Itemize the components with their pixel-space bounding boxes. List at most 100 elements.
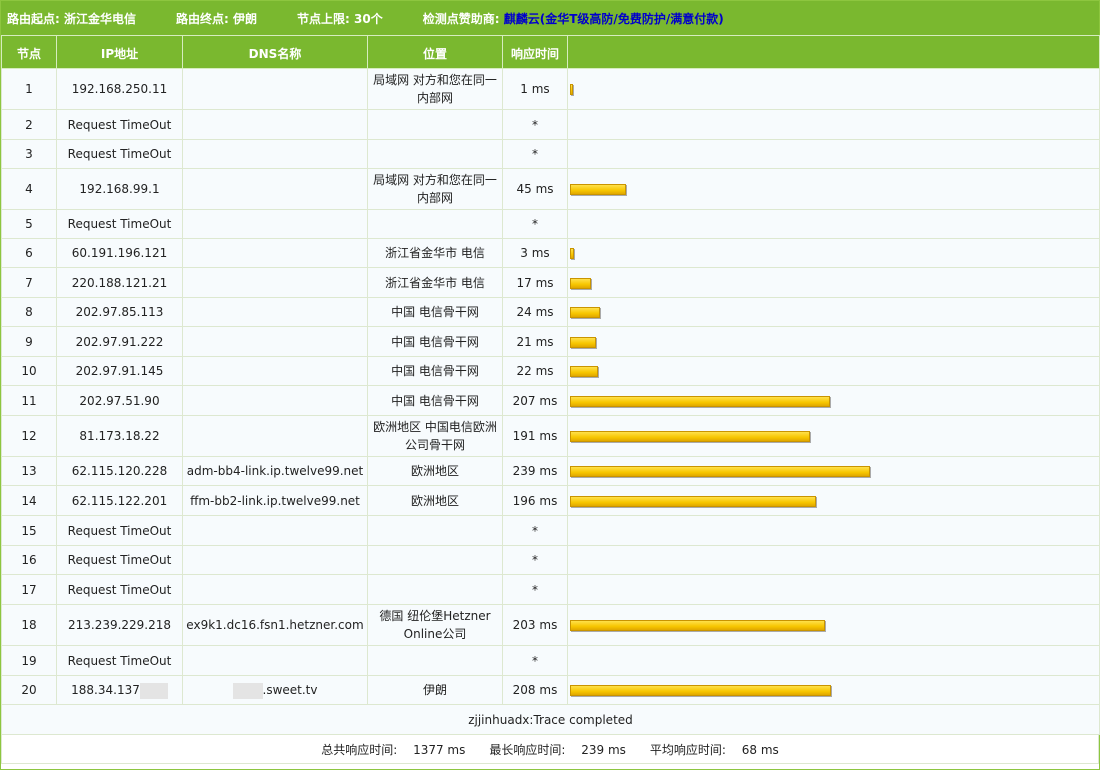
- dns-name: [182, 545, 368, 575]
- dns-name: [182, 515, 368, 546]
- table-row: 18 213.239.229.218 ex9k1.dc16.fsn1.hetzner…: [1, 604, 1100, 646]
- location: 局域网 对方和您在同一内部网: [367, 168, 503, 210]
- column-header-bar: [567, 35, 1100, 69]
- route-end-label: 路由终点:: [176, 11, 229, 26]
- response-time: 17 ms: [502, 267, 568, 298]
- traceroute-panel: 路由起点: 浙江金华电信 路由终点: 伊朗 节点上限: 30个 检测点赞助商: …: [0, 0, 1100, 770]
- ip-address-text: 62.115.122.201: [71, 493, 168, 508]
- ip-address-text: Request TimeOut: [67, 553, 172, 567]
- latency-bar-cell: [567, 456, 1100, 486]
- hop-number: 17: [1, 574, 57, 605]
- latency-bar-cell: [567, 485, 1100, 516]
- table-row: 8 202.97.85.113 中国 电信骨干网 24 ms: [1, 297, 1100, 327]
- response-time: *: [502, 515, 568, 546]
- location: 欧洲地区: [367, 456, 503, 486]
- ip-address-text: 192.168.250.11: [71, 82, 168, 96]
- table-row: 3 Request TimeOut *: [1, 139, 1100, 169]
- dns-name: adm-bb4-link.ip.twelve99.net: [182, 456, 368, 486]
- ip-address: 192.168.250.11: [56, 68, 183, 110]
- route-info-bar: 路由起点: 浙江金华电信 路由终点: 伊朗 节点上限: 30个 检测点赞助商: …: [1, 1, 1099, 35]
- latency-bar: [570, 336, 596, 348]
- table-row: 2 Request TimeOut *: [1, 109, 1100, 140]
- table-row: 17 Request TimeOut *: [1, 574, 1100, 605]
- latency-bar-cell: [567, 326, 1100, 357]
- ip-address: Request TimeOut: [56, 645, 183, 676]
- table-row: 11 202.97.51.90 中国 电信骨干网 207 ms: [1, 385, 1100, 416]
- ip-address-text: 202.97.51.90: [79, 393, 160, 408]
- ip-address-text: 188.34.137: [71, 683, 140, 697]
- sponsor-link-free[interactable]: 免费防护: [618, 12, 666, 26]
- dns-name: [182, 574, 368, 605]
- hop-number: 18: [1, 604, 57, 646]
- ip-address-text: 81.173.18.22: [79, 429, 160, 443]
- table-row: 4 192.168.99.1 局域网 对方和您在同一内部网 45 ms: [1, 168, 1100, 210]
- hop-number: 20: [1, 675, 57, 705]
- response-time: 24 ms: [502, 297, 568, 327]
- hop-number: 11: [1, 385, 57, 416]
- latency-bar: [570, 248, 574, 259]
- location: 欧洲地区: [367, 485, 503, 516]
- max-response-value: 239 ms: [581, 742, 626, 757]
- hop-number: 2: [1, 109, 57, 140]
- sponsor-link-pay[interactable]: 满意付款: [670, 12, 718, 26]
- column-header-response-time: 响应时间: [502, 35, 568, 69]
- hop-number: 5: [1, 209, 57, 239]
- route-start: 路由起点: 浙江金华电信: [7, 10, 136, 27]
- latency-bar-cell: [567, 604, 1100, 646]
- dns-name: [182, 68, 368, 110]
- ip-address: 202.97.91.222: [56, 326, 183, 357]
- table-row: 6 60.191.196.121 浙江省金华市 电信 3 ms: [1, 238, 1100, 268]
- latency-bar: [570, 495, 816, 507]
- response-time: 203 ms: [502, 604, 568, 646]
- latency-bar-cell: [567, 68, 1100, 110]
- ip-address: 62.115.122.201: [56, 485, 183, 516]
- latency-bar-cell: [567, 139, 1100, 169]
- ip-address-text: 213.239.229.218: [67, 618, 172, 632]
- dns-name: [182, 267, 368, 298]
- sponsor-link-ddos[interactable]: 金华T级高防: [545, 12, 613, 26]
- total-response-time: 总共响应时间: 1377 ms: [315, 741, 471, 758]
- dns-name: .sweet.tv: [182, 675, 368, 705]
- location: [367, 645, 503, 676]
- ip-address-text: Request TimeOut: [67, 523, 172, 538]
- ip-address: 192.168.99.1: [56, 168, 183, 210]
- trace-status: zjjinhuadx:Trace completed: [1, 704, 1100, 735]
- dns-name: [182, 297, 368, 327]
- dns-name: ffm-bb2-link.ip.twelve99.net: [182, 485, 368, 516]
- response-time: *: [502, 645, 568, 676]
- location: [367, 574, 503, 605]
- ip-address: Request TimeOut: [56, 139, 183, 169]
- hop-limit-value: 30个: [354, 11, 383, 26]
- response-time: *: [502, 209, 568, 239]
- route-start-label: 路由起点:: [7, 11, 60, 26]
- hop-number: 14: [1, 485, 57, 516]
- trace-table: 节点 IP地址 DNS名称 位置 响应时间 1 192.168.250.11 局域网…: [1, 35, 1100, 735]
- latency-bar: [570, 277, 591, 289]
- location: 局域网 对方和您在同一内部网: [367, 68, 503, 110]
- ip-address-text: 192.168.99.1: [79, 182, 160, 196]
- hop-number: 9: [1, 326, 57, 357]
- location: 浙江省金华市 电信: [367, 267, 503, 298]
- dns-name-text: ex9k1.dc16.fsn1.hetzner.com: [186, 618, 364, 632]
- latency-bar-cell: [567, 415, 1100, 457]
- latency-bar: [570, 466, 870, 477]
- hop-number: 12: [1, 415, 57, 457]
- latency-bar-cell: [567, 238, 1100, 268]
- location: [367, 139, 503, 169]
- ip-address-text: 202.97.91.222: [75, 334, 164, 349]
- hop-number: 1: [1, 68, 57, 110]
- summary-bar: 总共响应时间: 1377 ms 最长响应时间: 239 ms 平均响应时间: 6…: [1, 735, 1099, 764]
- latency-bar: [570, 431, 810, 442]
- location: [367, 209, 503, 239]
- latency-bar-cell: [567, 545, 1100, 575]
- location: [367, 109, 503, 140]
- ip-address: 213.239.229.218: [56, 604, 183, 646]
- sponsor-name-link[interactable]: 麒麟云: [504, 12, 540, 26]
- ip-address-text: 62.115.120.228: [71, 464, 168, 478]
- dns-name: ex9k1.dc16.fsn1.hetzner.com: [182, 604, 368, 646]
- hop-number: 16: [1, 545, 57, 575]
- hop-number: 19: [1, 645, 57, 676]
- table-row: 9 202.97.91.222 中国 电信骨干网 21 ms: [1, 326, 1100, 357]
- ip-address-text: 202.97.85.113: [75, 305, 164, 319]
- ip-address-text: 220.188.121.21: [71, 275, 168, 290]
